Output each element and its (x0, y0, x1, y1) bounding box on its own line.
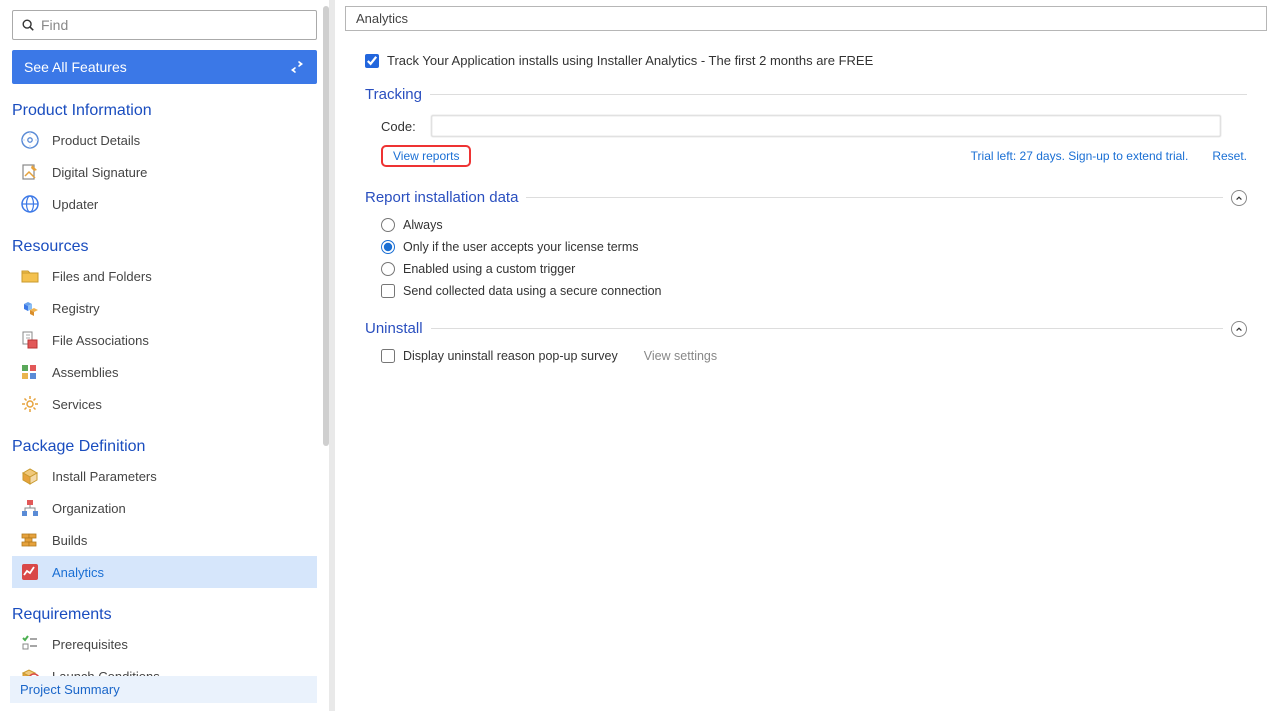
page-title: Analytics (345, 6, 1267, 31)
code-label: Code: (381, 119, 431, 134)
sidebar-item-analytics[interactable]: Analytics (12, 556, 317, 588)
sidebar-item-product-details[interactable]: Product Details (12, 124, 317, 156)
section-product-information: Product Information (12, 102, 317, 120)
divider (431, 328, 1223, 329)
file-assoc-icon (18, 328, 42, 352)
code-input[interactable] (431, 115, 1221, 137)
sidebar-item-updater[interactable]: Updater (12, 188, 317, 220)
reset-link[interactable]: Reset. (1212, 149, 1247, 163)
sidebar: See All Features Product Information Pro… (0, 0, 335, 711)
main-panel: Analytics Track Your Application install… (335, 0, 1277, 711)
trial-signup-link[interactable]: Trial left: 27 days. Sign-up to extend t… (971, 149, 1189, 163)
chevron-up-icon (1235, 325, 1243, 333)
sidebar-item-builds[interactable]: Builds (12, 524, 317, 556)
sidebar-item-registry[interactable]: Registry (12, 292, 317, 324)
track-installs-checkbox[interactable] (365, 54, 379, 68)
collapse-button[interactable] (1231, 321, 1247, 337)
sidebar-item-label: Digital Signature (52, 165, 147, 180)
project-summary-label: Project Summary (20, 682, 120, 697)
sidebar-item-install-parameters[interactable]: Install Parameters (12, 460, 317, 492)
report-always-radio[interactable] (381, 218, 395, 232)
box-icon (18, 464, 42, 488)
sidebar-item-label: Files and Folders (52, 269, 152, 284)
bricks-icon (18, 528, 42, 552)
view-settings-link[interactable]: View settings (644, 349, 717, 363)
sidebar-item-label: Analytics (52, 565, 104, 580)
sidebar-item-label: Assemblies (52, 365, 118, 380)
sidebar-item-label: File Associations (52, 333, 149, 348)
disc-icon (18, 128, 42, 152)
uninstall-survey-checkbox[interactable] (381, 349, 395, 363)
checklist-icon (18, 632, 42, 656)
track-installs-label: Track Your Application installs using In… (387, 53, 873, 68)
report-section-title: Report installation data (365, 189, 518, 206)
sidebar-item-label: Updater (52, 197, 98, 212)
sidebar-item-digital-signature[interactable]: Digital Signature (12, 156, 317, 188)
section-requirements: Requirements (12, 606, 317, 624)
sidebar-item-files-and-folders[interactable]: Files and Folders (12, 260, 317, 292)
gear-icon (18, 392, 42, 416)
cubes-icon (18, 296, 42, 320)
transfer-icon (289, 59, 305, 75)
hierarchy-icon (18, 496, 42, 520)
assemblies-icon (18, 360, 42, 384)
sidebar-item-label: Services (52, 397, 102, 412)
section-resources: Resources (12, 238, 317, 256)
search-input[interactable] (41, 17, 308, 33)
project-summary-button[interactable]: Project Summary (10, 676, 317, 703)
secure-connection-checkbox[interactable] (381, 284, 395, 298)
report-custom-label: Enabled using a custom trigger (403, 262, 575, 276)
report-custom-radio[interactable] (381, 262, 395, 276)
tracking-section-title: Tracking (365, 86, 422, 103)
sidebar-item-label: Builds (52, 533, 87, 548)
sidebar-item-prerequisites[interactable]: Prerequisites (12, 628, 317, 660)
sidebar-item-assemblies[interactable]: Assemblies (12, 356, 317, 388)
sidebar-item-organization[interactable]: Organization (12, 492, 317, 524)
divider (526, 197, 1223, 198)
sidebar-item-label: Prerequisites (52, 637, 128, 652)
search-icon (21, 18, 35, 32)
sidebar-item-services[interactable]: Services (12, 388, 317, 420)
report-license-label: Only if the user accepts your license te… (403, 240, 639, 254)
search-box[interactable] (12, 10, 317, 40)
uninstall-section-title: Uninstall (365, 320, 423, 337)
see-all-label: See All Features (24, 59, 127, 75)
report-always-label: Always (403, 218, 443, 232)
see-all-features-button[interactable]: See All Features (12, 50, 317, 84)
sidebar-item-label: Product Details (52, 133, 140, 148)
report-license-radio[interactable] (381, 240, 395, 254)
secure-connection-label: Send collected data using a secure conne… (403, 284, 662, 298)
chart-icon (18, 560, 42, 584)
signature-icon (18, 160, 42, 184)
view-reports-button[interactable]: View reports (381, 145, 471, 167)
sidebar-scrollbar[interactable] (323, 6, 329, 446)
globe-icon (18, 192, 42, 216)
sidebar-item-label: Install Parameters (52, 469, 157, 484)
chevron-up-icon (1235, 194, 1243, 202)
section-package-definition: Package Definition (12, 438, 317, 456)
sidebar-item-file-associations[interactable]: File Associations (12, 324, 317, 356)
uninstall-survey-label: Display uninstall reason pop-up survey (403, 349, 618, 363)
folder-icon (18, 264, 42, 288)
sidebar-item-label: Organization (52, 501, 126, 516)
divider (430, 94, 1247, 95)
collapse-button[interactable] (1231, 190, 1247, 206)
sidebar-item-label: Registry (52, 301, 100, 316)
